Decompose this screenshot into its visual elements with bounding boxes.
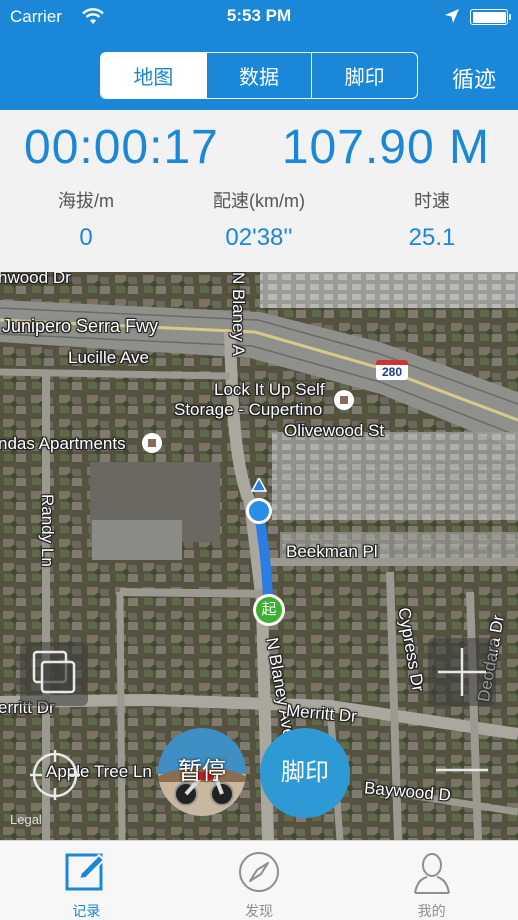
altitude-label: 海拔/m: [58, 191, 114, 211]
tab-data[interactable]: 数据: [205, 53, 312, 98]
apartments-poi-marker[interactable]: [142, 433, 162, 453]
crosshair-icon: [30, 750, 80, 800]
distance-value: 107.90 M: [281, 121, 490, 174]
battery-icon: [470, 9, 511, 25]
tab-footprint[interactable]: 脚印: [311, 53, 417, 98]
tabbar-label-mine: 我的: [417, 903, 446, 919]
pause-label: 暂停: [178, 758, 226, 785]
map-view[interactable]: hwood Dr Junipero Serra Fwy Lucille Ave …: [0, 272, 518, 840]
zoom-in-button[interactable]: [428, 638, 496, 706]
layers-icon: [32, 650, 76, 694]
pause-button[interactable]: 暂停: [158, 728, 246, 816]
tabbar-label-discover: 发现: [245, 903, 273, 919]
tab-bar: 记录 发现 我的: [0, 840, 518, 920]
street-label-lucille: Lucille Ave: [68, 348, 149, 367]
highway-280-shield: 280: [376, 360, 408, 380]
status-bar: Carrier 5:53 PM: [0, 0, 518, 34]
duration-value: 00:00:17: [24, 121, 219, 174]
street-label-randy: Randy Ln: [38, 494, 57, 567]
tabbar-item-discover[interactable]: 发现: [173, 841, 346, 920]
location-arrow-icon: [444, 8, 460, 29]
compass-icon: [239, 852, 279, 892]
pace-label: 配速(km/m): [213, 191, 305, 211]
street-label-nblaney-top: N Blaney A: [229, 272, 248, 357]
locate-me-button[interactable]: [22, 742, 88, 808]
map-layer-button[interactable]: [20, 642, 88, 706]
speed-value: 25.1: [408, 224, 456, 251]
header: Carrier 5:53 PM 地图 数据 脚印 循迹: [0, 0, 518, 110]
plus-icon: [438, 648, 486, 696]
street-label-beekman: Beekman Pl: [286, 542, 378, 561]
pace-stat: 配速(km/m) 02'38'': [173, 188, 345, 252]
poi-label-lockitup: Lock It Up Self: [214, 380, 325, 399]
track-follow-button[interactable]: 循迹: [452, 62, 496, 94]
speed-label: 时速: [414, 191, 450, 211]
street-label-olivewood: Olivewood St: [284, 421, 385, 440]
status-time: 5:53 PM: [226, 6, 292, 25]
map-legal-link[interactable]: Legal: [10, 812, 42, 827]
tab-map[interactable]: 地图: [101, 53, 206, 98]
minus-icon: [436, 768, 488, 772]
altitude-stat: 海拔/m 0: [0, 188, 172, 252]
tabbar-item-record[interactable]: 记录: [0, 841, 173, 920]
poi-label-apartments: ndas Apartments: [0, 434, 126, 453]
person-icon: [413, 853, 450, 894]
current-location-marker: [246, 478, 272, 524]
tabbar-label-record: 记录: [72, 903, 101, 919]
stats-panel: 00:00:17 107.90 M 海拔/m 0 配速(km/m) 02'38'…: [0, 110, 518, 272]
start-marker: 起: [253, 594, 285, 626]
altitude-value: 0: [79, 224, 93, 251]
street-label-hawkwood: hwood Dr: [0, 272, 71, 287]
view-segmented-control: 地图 数据 脚印: [100, 52, 418, 99]
speed-stat: 时速 25.1: [346, 188, 518, 252]
footprint-button[interactable]: 脚印: [260, 728, 350, 818]
start-marker-label: 起: [256, 597, 282, 623]
storage-poi-marker[interactable]: [334, 390, 354, 410]
pencil-icon: [65, 853, 106, 891]
zoom-out-button[interactable]: [428, 734, 496, 802]
tabbar-item-mine[interactable]: 我的: [345, 841, 518, 920]
street-label-junipero: Junipero Serra Fwy: [2, 316, 159, 336]
pace-value: 02'38'': [225, 224, 293, 251]
poi-label-storage: Storage - Cupertino: [174, 400, 323, 419]
